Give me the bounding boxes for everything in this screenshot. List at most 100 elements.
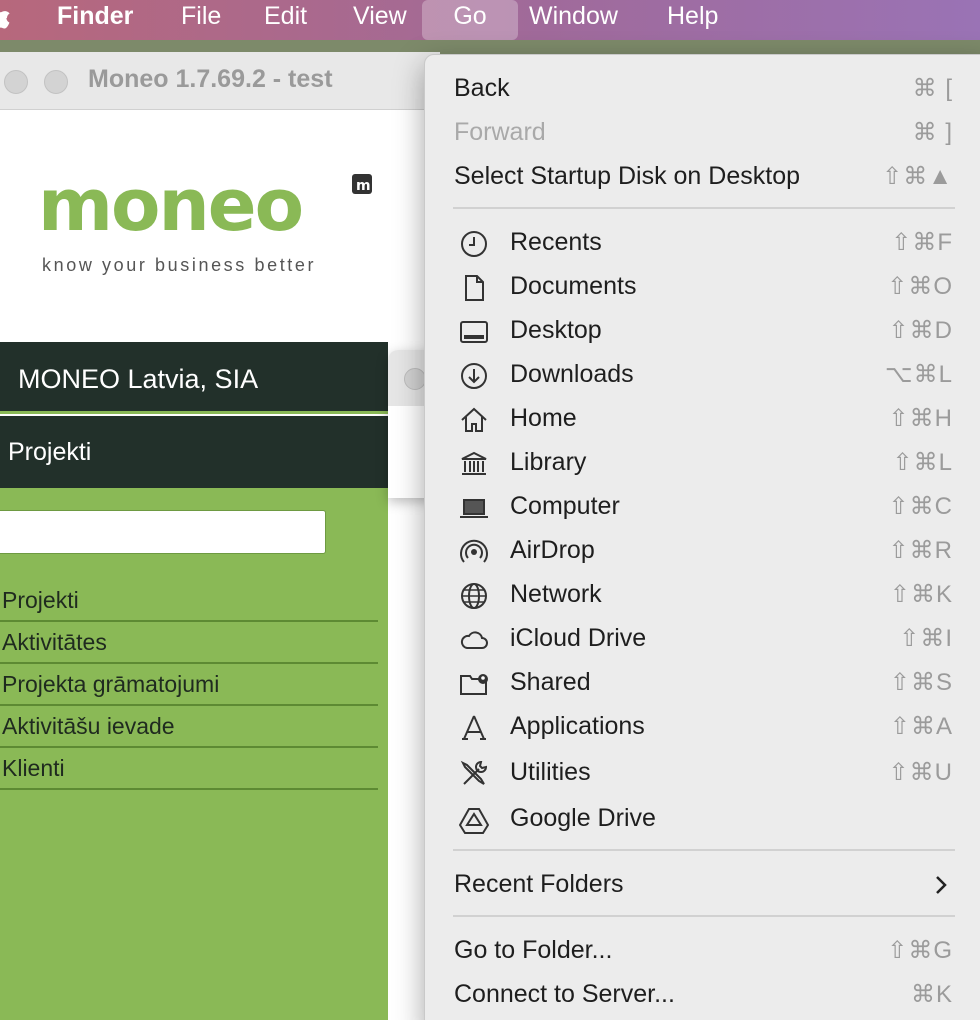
home-icon bbox=[459, 405, 489, 435]
menu-item-label: AirDrop bbox=[510, 536, 595, 564]
menu-item-connect-to-server[interactable]: Connect to Server... ⌘K bbox=[425, 973, 980, 1017]
company-header: MONEO Latvia, SIA bbox=[0, 342, 388, 414]
cloud-icon bbox=[459, 625, 489, 655]
laptop-icon bbox=[459, 493, 489, 523]
menu-edit[interactable]: Edit bbox=[251, 0, 320, 40]
menu-window[interactable]: Window bbox=[516, 0, 631, 40]
airdrop-icon bbox=[459, 537, 489, 567]
shared-folder-icon bbox=[459, 669, 489, 699]
menu-item-label: Computer bbox=[510, 492, 620, 520]
menu-item-back[interactable]: Back ⌘ [ bbox=[425, 67, 980, 111]
apple-logo-icon[interactable] bbox=[0, 2, 14, 32]
menu-item-label: Go to Folder... bbox=[454, 936, 613, 964]
menu-item-label: Network bbox=[510, 580, 602, 608]
section-header: Projekti bbox=[0, 416, 388, 488]
menu-item-forward: Forward ⌘ ] bbox=[425, 111, 980, 155]
download-icon bbox=[459, 361, 489, 391]
menu-item-google-drive[interactable]: Google Drive bbox=[425, 797, 980, 841]
menu-bar: Finder File Edit View Go Window Help bbox=[0, 0, 980, 40]
nav-item-projekta-gramatojumi[interactable]: Projekta grāmatojumi bbox=[0, 664, 378, 706]
nav-panel: Projekti Aktivitātes Projekta grāmatojum… bbox=[0, 488, 388, 1020]
logo-wordmark: moneo bbox=[38, 172, 302, 236]
menu-item-label: Utilities bbox=[510, 758, 591, 786]
desktop-icon bbox=[459, 317, 489, 347]
window-zoom-button[interactable] bbox=[44, 70, 68, 94]
menu-item-label: Google Drive bbox=[510, 804, 656, 832]
shortcut: ⇧⌘F bbox=[891, 229, 953, 256]
menu-file[interactable]: File bbox=[168, 0, 234, 40]
menu-finder[interactable]: Finder bbox=[44, 0, 146, 40]
shortcut: ⇧⌘R bbox=[888, 537, 953, 564]
menu-item-airdrop[interactable]: AirDrop ⇧⌘R bbox=[425, 529, 980, 573]
shortcut: ⇧⌘▲ bbox=[882, 163, 953, 190]
logo-tagline: know your business better bbox=[42, 255, 317, 275]
shortcut: ⇧⌘I bbox=[899, 625, 953, 652]
menu-go[interactable]: Go bbox=[422, 0, 518, 40]
nav-item-projekti[interactable]: Projekti bbox=[0, 580, 378, 622]
menu-item-library[interactable]: Library ⇧⌘L bbox=[425, 441, 980, 485]
nav-item-aktivitates[interactable]: Aktivitātes bbox=[0, 622, 378, 664]
menu-item-recent-folders[interactable]: Recent Folders bbox=[425, 863, 980, 907]
clock-icon bbox=[459, 229, 489, 259]
document-icon bbox=[459, 273, 489, 303]
shortcut: ⇧⌘O bbox=[887, 273, 953, 300]
menu-help[interactable]: Help bbox=[654, 0, 731, 40]
menu-item-label: Documents bbox=[510, 272, 637, 300]
menu-item-home[interactable]: Home ⇧⌘H bbox=[425, 397, 980, 441]
menu-item-label: Home bbox=[510, 404, 577, 432]
shortcut: ⌘K bbox=[910, 981, 953, 1008]
menu-item-label: Downloads bbox=[510, 360, 634, 388]
menu-item-startup-disk[interactable]: Select Startup Disk on Desktop ⇧⌘▲ bbox=[425, 155, 980, 199]
dialog-close-button[interactable] bbox=[404, 368, 426, 390]
logo-badge: m bbox=[356, 178, 371, 194]
menu-item-applications[interactable]: Applications ⇧⌘A bbox=[425, 705, 980, 749]
menu-item-label: Applications bbox=[510, 712, 645, 740]
section-title: Projekti bbox=[8, 438, 92, 466]
chevron-right-icon bbox=[933, 873, 949, 897]
shortcut: ⇧⌘A bbox=[889, 713, 953, 740]
menu-item-label: Connect to Server... bbox=[454, 980, 675, 1008]
menu-item-label: Shared bbox=[510, 668, 591, 696]
menu-item-go-to-folder[interactable]: Go to Folder... ⇧⌘G bbox=[425, 929, 980, 973]
shortcut: ⇧⌘S bbox=[889, 669, 953, 696]
moneo-logo: moneo m bbox=[38, 172, 372, 236]
menu-item-documents[interactable]: Documents ⇧⌘O bbox=[425, 265, 980, 309]
nav-item-aktivitasu-ievade[interactable]: Aktivitāšu ievade bbox=[0, 706, 378, 748]
shortcut: ⇧⌘H bbox=[888, 405, 953, 432]
window-minimize-button[interactable] bbox=[4, 70, 28, 94]
search-input[interactable] bbox=[0, 510, 326, 554]
shortcut: ⇧⌘U bbox=[888, 759, 953, 786]
menu-item-label: Select Startup Disk on Desktop bbox=[454, 162, 800, 190]
menu-item-utilities[interactable]: Utilities ⇧⌘U bbox=[425, 751, 980, 795]
menu-item-label: Library bbox=[510, 448, 587, 476]
menu-view[interactable]: View bbox=[340, 0, 420, 40]
menu-separator bbox=[453, 915, 955, 917]
menu-item-label: Forward bbox=[454, 118, 546, 146]
menu-item-icloud-drive[interactable]: iCloud Drive ⇧⌘I bbox=[425, 617, 980, 661]
menu-item-label: Recents bbox=[510, 228, 602, 256]
menu-item-desktop[interactable]: Desktop ⇧⌘D bbox=[425, 309, 980, 353]
shortcut: ⇧⌘L bbox=[892, 449, 953, 476]
nav-list: Projekti Aktivitātes Projekta grāmatojum… bbox=[0, 580, 378, 790]
menu-item-label: Back bbox=[454, 74, 510, 102]
menu-item-network[interactable]: Network ⇧⌘K bbox=[425, 573, 980, 617]
company-name: MONEO Latvia, SIA bbox=[18, 364, 259, 394]
menu-item-downloads[interactable]: Downloads ⌥⌘L bbox=[425, 353, 980, 397]
menu-item-label: iCloud Drive bbox=[510, 624, 647, 652]
menu-separator bbox=[453, 849, 955, 851]
menu-item-recents[interactable]: Recents ⇧⌘F bbox=[425, 221, 980, 265]
logo-area: moneo m know your business better bbox=[0, 110, 440, 342]
google-drive-icon bbox=[458, 805, 490, 835]
window-titlebar: Moneo 1.7.69.2 - test bbox=[0, 52, 440, 110]
menu-item-shared[interactable]: Shared ⇧⌘S bbox=[425, 661, 980, 705]
nav-item-klienti[interactable]: Klienti bbox=[0, 748, 378, 790]
shortcut: ⇧⌘D bbox=[888, 317, 953, 344]
library-icon bbox=[459, 449, 489, 479]
tools-icon bbox=[459, 759, 489, 789]
shortcut: ⌥⌘L bbox=[884, 361, 953, 388]
menu-separator bbox=[453, 207, 955, 209]
shortcut: ⌘ [ bbox=[912, 75, 953, 102]
menu-item-computer[interactable]: Computer ⇧⌘C bbox=[425, 485, 980, 529]
shortcut: ⌘ ] bbox=[912, 119, 953, 146]
menu-item-label: Desktop bbox=[510, 316, 602, 344]
